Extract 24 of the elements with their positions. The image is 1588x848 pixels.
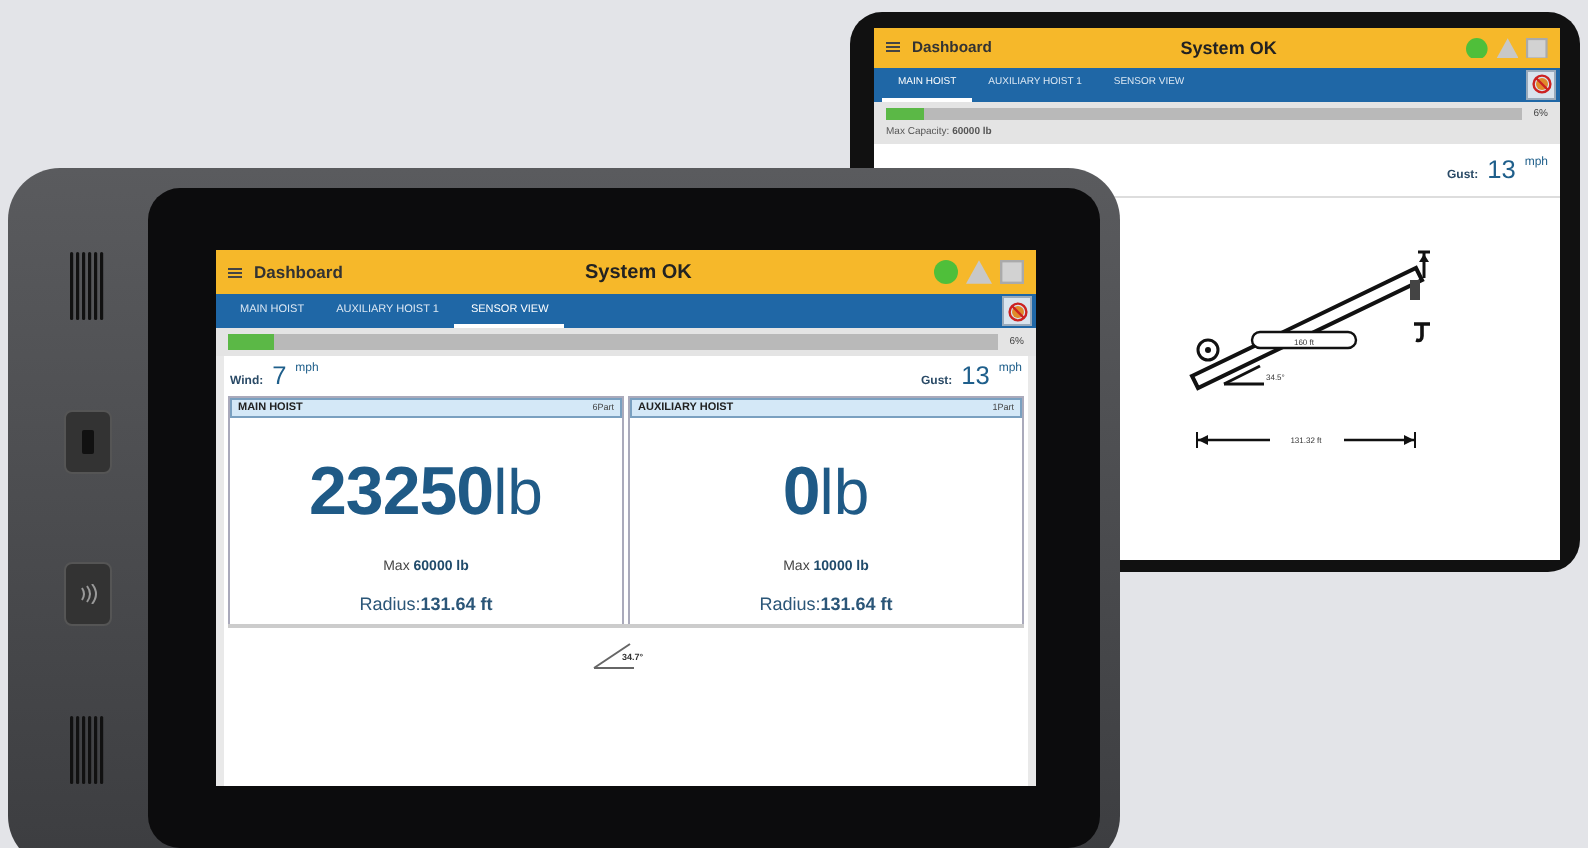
prohibited-icon	[1531, 74, 1551, 95]
side-button[interactable]	[64, 562, 112, 627]
prohibited-icon	[1007, 301, 1027, 321]
system-status: System OK	[583, 261, 694, 283]
status-dot-icon	[934, 260, 958, 284]
square-icon	[1000, 260, 1024, 284]
warning-triangle-icon	[966, 260, 992, 284]
menu-icon[interactable]	[228, 267, 242, 277]
no-signal-button[interactable]	[1526, 69, 1556, 100]
load-reading: 23250lb	[309, 454, 543, 532]
radius-text: Radius:131.64 ft	[359, 594, 493, 614]
system-status: System OK	[1178, 37, 1279, 58]
load-reading: 0lb	[782, 454, 870, 532]
warning-triangle-icon	[1495, 37, 1519, 59]
radius-text: Radius:131.64 ft	[759, 594, 893, 614]
speaker-grille-icon	[70, 252, 106, 321]
square-icon	[1526, 37, 1548, 59]
speaker-grille-icon	[70, 715, 106, 784]
menu-icon[interactable]	[886, 42, 900, 53]
no-signal-button[interactable]	[1002, 296, 1032, 326]
nfc-icon	[78, 584, 98, 605]
status-dot-icon	[1465, 37, 1488, 59]
app-title: Dashboard	[254, 262, 343, 282]
side-button[interactable]	[64, 409, 112, 474]
